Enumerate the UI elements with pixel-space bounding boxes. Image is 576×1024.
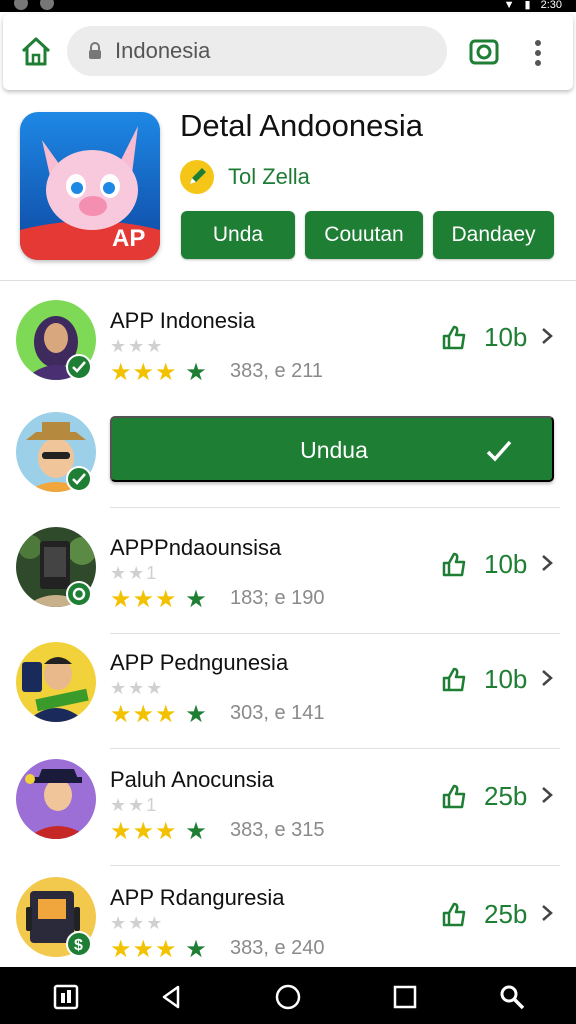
download-count: 25b — [484, 899, 528, 929]
chevron-right-icon[interactable] — [540, 326, 554, 346]
status-icons-right: ▼ ▮ 2:30 — [504, 0, 562, 11]
app-name: Paluh Anocunsia — [110, 767, 274, 792]
app-list-item[interactable]: Paluh Anocunsia ★★1 ★★★ ★ 383, e 315 25b — [0, 759, 576, 876]
battery-icon: ▮ — [524, 0, 531, 11]
secondary-rating: ★★★ — [110, 913, 165, 933]
search-box[interactable] — [67, 26, 447, 76]
search-icon[interactable] — [498, 983, 526, 1011]
divider — [0, 280, 576, 281]
app-meta: 383, e 211 — [230, 360, 324, 382]
app-list-item[interactable]: APP Pedngunesia ★★★ ★★★ ★ 303, e 141 10b — [0, 642, 576, 759]
secondary-rating: ★★★ — [110, 678, 165, 698]
dollar-badge-icon: $ — [66, 931, 92, 957]
search-input[interactable] — [115, 34, 435, 68]
thumbs-up-icon — [441, 666, 467, 692]
status-icons-left — [14, 0, 54, 10]
notification-icon — [40, 0, 54, 10]
app-name: APP Pedngunesia — [110, 650, 289, 675]
divider — [110, 507, 560, 508]
app-icon-text: AP — [112, 225, 145, 252]
avatar — [16, 642, 96, 722]
app-meta: 383, e 240 — [230, 937, 325, 959]
secondary-rating: ★★1 — [110, 795, 159, 815]
rating-stars: ★★★ ★ — [110, 936, 208, 963]
rating-stars: ★★★ ★ — [110, 818, 208, 845]
download-count: 10b — [484, 322, 528, 352]
app-meta: 183; e 190 — [230, 587, 325, 609]
back-icon[interactable] — [158, 983, 186, 1011]
page-title: Detal Andoonesia — [180, 108, 424, 143]
thumbs-up-icon — [441, 901, 467, 927]
hero-button-2[interactable]: Couutan — [305, 211, 423, 259]
lock-icon — [87, 41, 103, 61]
download-count: 25b — [484, 781, 528, 811]
more-vert-icon[interactable] — [531, 38, 545, 68]
rating-stars: ★★★ ★ — [110, 586, 208, 613]
app-name: APPPndaounsisa — [110, 535, 282, 560]
chevron-right-icon[interactable] — [540, 668, 554, 688]
overview-icon[interactable] — [391, 983, 419, 1011]
hero-button-3[interactable]: Dandaey — [433, 211, 554, 259]
navigation-bar — [0, 967, 576, 1024]
camera-icon[interactable] — [469, 38, 499, 66]
divider — [110, 865, 560, 866]
notification-icon — [14, 0, 28, 10]
app-name: APP Rdanguresia — [110, 885, 285, 910]
chevron-right-icon[interactable] — [540, 903, 554, 923]
secondary-rating: ★★1 — [110, 563, 159, 583]
app-name: APP Indonesia — [110, 308, 256, 333]
divider — [110, 748, 560, 749]
pencil-icon — [180, 160, 214, 194]
app-meta: 383, e 315 — [230, 819, 325, 841]
developer-link[interactable]: Tol Zella — [228, 164, 310, 190]
download-count: 10b — [484, 549, 528, 579]
avatar — [16, 759, 96, 839]
app-list-item[interactable]: APPPndaounsisa ★★1 ★★★ ★ 183; e 190 10b — [0, 527, 576, 644]
home-circle-icon[interactable] — [274, 983, 302, 1011]
svg-text:$: $ — [74, 937, 83, 954]
verified-badge-icon — [66, 466, 92, 492]
thumbs-up-icon — [441, 324, 467, 350]
divider — [110, 633, 560, 634]
settings-badge-icon — [66, 581, 92, 607]
chevron-right-icon[interactable] — [540, 553, 554, 573]
recents-app-icon[interactable] — [52, 983, 80, 1011]
top-app-bar — [3, 14, 573, 90]
hero-button-1[interactable]: Unda — [181, 211, 295, 259]
thumbs-up-icon — [441, 783, 467, 809]
verified-badge-icon — [66, 354, 92, 380]
check-icon — [484, 436, 514, 466]
download-count: 10b — [484, 664, 528, 694]
status-bar: ▼ ▮ 2:30 — [0, 0, 576, 12]
app-list-item[interactable]: $ APP Rdanguresia ★★★ ★★★ ★ 383, e 240 2… — [0, 877, 576, 967]
home-icon[interactable] — [19, 36, 53, 68]
status-time: 2:30 — [540, 0, 562, 11]
app-meta: 303, e 141 — [230, 702, 325, 724]
wifi-icon: ▼ — [503, 0, 515, 11]
rating-stars: ★★★ ★ — [110, 359, 208, 386]
rating-stars: ★★★ ★ — [110, 701, 208, 728]
featured-app-icon[interactable]: AP — [20, 112, 160, 260]
thumbs-up-icon — [441, 551, 467, 577]
secondary-rating: ★★★ — [110, 336, 165, 356]
app-list-item[interactable]: APP Indonesia ★★★ ★★★ ★ 383, e 211 10b — [0, 300, 576, 417]
chevron-right-icon[interactable] — [540, 785, 554, 805]
install-button[interactable]: Undua — [110, 416, 554, 482]
